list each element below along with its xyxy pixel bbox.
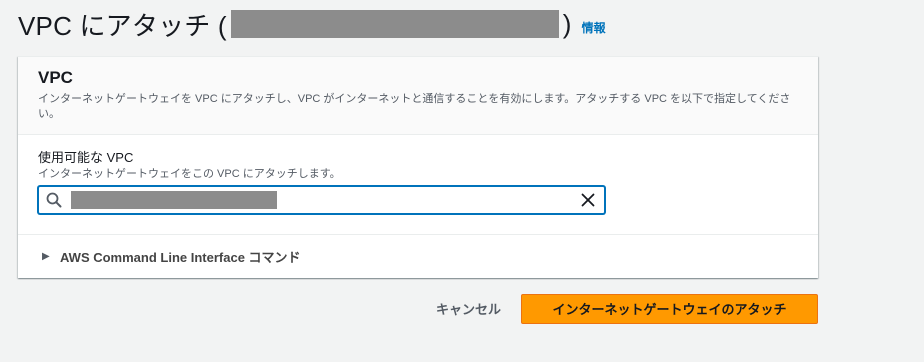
- search-icon: [39, 187, 69, 213]
- page-title-prefix: VPC にアタッチ (: [18, 10, 227, 41]
- form-actions: キャンセル インターネットゲートウェイのアタッチ: [428, 293, 818, 324]
- vpc-search-input[interactable]: [38, 186, 605, 214]
- cli-expander[interactable]: ▶ AWS Command Line Interface コマンド: [18, 235, 818, 278]
- info-link[interactable]: 情報: [582, 19, 606, 36]
- page-header: VPC にアタッチ ( ) 情報: [18, 6, 606, 42]
- available-vpc-label: 使用可能な VPC: [38, 150, 134, 165]
- cancel-button[interactable]: キャンセル: [428, 293, 509, 324]
- card-description: インターネットゲートウェイを VPC にアタッチし、VPC がインターネットと通…: [38, 93, 791, 120]
- vpc-card: VPC インターネットゲートウェイを VPC にアタッチし、VPC がインターネ…: [18, 56, 818, 278]
- card-body: 使用可能な VPC インターネットゲートウェイをこの VPC にアタッチします。: [18, 135, 818, 235]
- redacted-gateway-id: [230, 10, 559, 38]
- page: VPC にアタッチ ( ) 情報 VPC インターネットゲートウェイを VPC …: [0, 0, 924, 362]
- available-vpc-description: インターネットゲートウェイをこの VPC にアタッチします。: [38, 168, 341, 180]
- cli-expander-label: AWS Command Line Interface コマンド: [60, 250, 301, 265]
- page-title-suffix: ): [562, 8, 572, 39]
- redacted-vpc-value: [71, 191, 277, 209]
- caret-right-icon: ▶: [42, 251, 50, 262]
- close-icon[interactable]: [580, 192, 596, 208]
- attach-gateway-button[interactable]: インターネットゲートウェイのアタッチ: [521, 293, 818, 324]
- card-header: VPC インターネットゲートウェイを VPC にアタッチし、VPC がインターネ…: [18, 57, 818, 135]
- card-title: VPC: [38, 68, 73, 87]
